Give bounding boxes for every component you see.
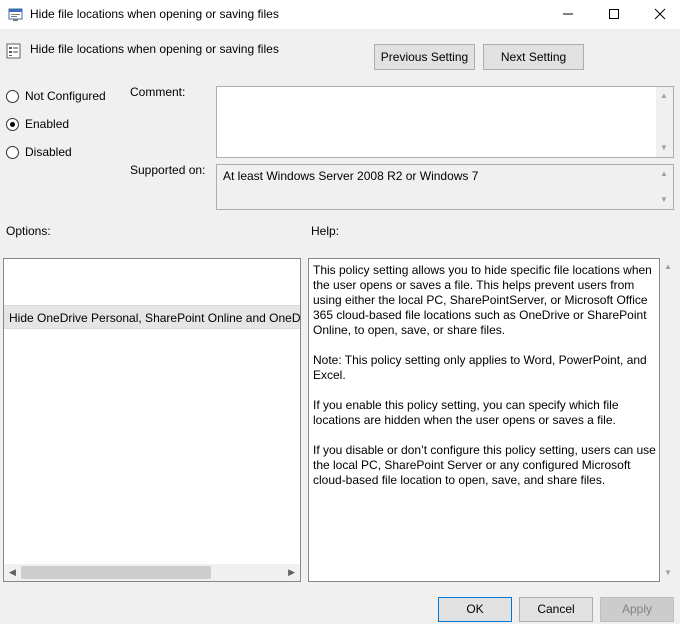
scroll-up-icon[interactable]: ▲: [664, 263, 672, 271]
radio-button-icon: [6, 146, 19, 159]
options-panel: Hide OneDrive Personal, SharePoint Onlin…: [3, 258, 301, 582]
help-paragraph: Note: This policy setting only applies t…: [313, 353, 647, 382]
scroll-down-icon[interactable]: ▼: [664, 569, 672, 577]
setting-icon: [6, 42, 22, 60]
radio-label: Not Configured: [25, 89, 106, 103]
close-icon: [654, 8, 666, 20]
window-title: Hide file locations when opening or savi…: [30, 7, 279, 21]
scroll-up-icon[interactable]: ▲: [660, 92, 668, 100]
comment-label: Comment:: [130, 85, 186, 99]
cancel-button[interactable]: Cancel: [519, 597, 593, 622]
scroll-right-icon[interactable]: ▶: [288, 568, 295, 577]
help-paragraph: If you enable this policy setting, you c…: [313, 398, 619, 427]
ok-button[interactable]: OK: [438, 597, 512, 622]
help-scrollbar[interactable]: ▲ ▼: [660, 258, 677, 582]
scroll-left-icon[interactable]: ◀: [9, 568, 16, 577]
scroll-up-icon[interactable]: ▲: [660, 170, 668, 178]
apply-button[interactable]: Apply: [600, 597, 674, 622]
comment-textarea[interactable]: ▲ ▼: [216, 86, 674, 158]
previous-setting-button[interactable]: Previous Setting: [374, 44, 475, 70]
radio-button-icon: [6, 90, 19, 103]
scrollbar-thumb[interactable]: [21, 566, 211, 579]
supported-on-field: At least Windows Server 2008 R2 or Windo…: [216, 164, 674, 210]
maximize-icon: [609, 9, 619, 19]
help-paragraph: If you disable or don’t configure this p…: [313, 443, 656, 487]
option-label: Hide OneDrive Personal, SharePoint Onlin…: [9, 311, 301, 325]
title-bar: Hide file locations when opening or savi…: [0, 0, 680, 29]
minimize-icon: [563, 13, 573, 15]
help-paragraph: This policy setting allows you to hide s…: [313, 263, 652, 337]
policy-icon: [8, 7, 24, 23]
close-button[interactable]: [637, 0, 680, 29]
radio-button-selected-icon: [6, 118, 19, 131]
options-horizontal-scrollbar[interactable]: ◀ ▶: [4, 564, 300, 581]
supported-on-value: At least Windows Server 2008 R2 or Windo…: [223, 169, 479, 183]
option-hide-onedrive[interactable]: Hide OneDrive Personal, SharePoint Onlin…: [4, 305, 300, 329]
minimize-button[interactable]: [545, 0, 591, 29]
help-text: This policy setting allows you to hide s…: [313, 263, 657, 503]
help-label: Help:: [311, 224, 340, 238]
supported-on-label: Supported on:: [130, 163, 206, 177]
maximize-button[interactable]: [591, 0, 637, 29]
scroll-down-icon[interactable]: ▼: [660, 144, 668, 152]
supported-scrollbar[interactable]: ▲ ▼: [656, 165, 673, 209]
radio-dot: [10, 122, 15, 127]
setting-title: Hide file locations when opening or savi…: [30, 42, 279, 56]
radio-label: Disabled: [25, 145, 72, 159]
comment-scrollbar[interactable]: ▲ ▼: [656, 87, 673, 157]
options-label: Options:: [6, 224, 51, 238]
next-setting-button[interactable]: Next Setting: [483, 44, 584, 70]
radio-label: Enabled: [25, 117, 70, 131]
scroll-down-icon[interactable]: ▼: [660, 196, 668, 204]
help-panel: This policy setting allows you to hide s…: [308, 258, 660, 582]
